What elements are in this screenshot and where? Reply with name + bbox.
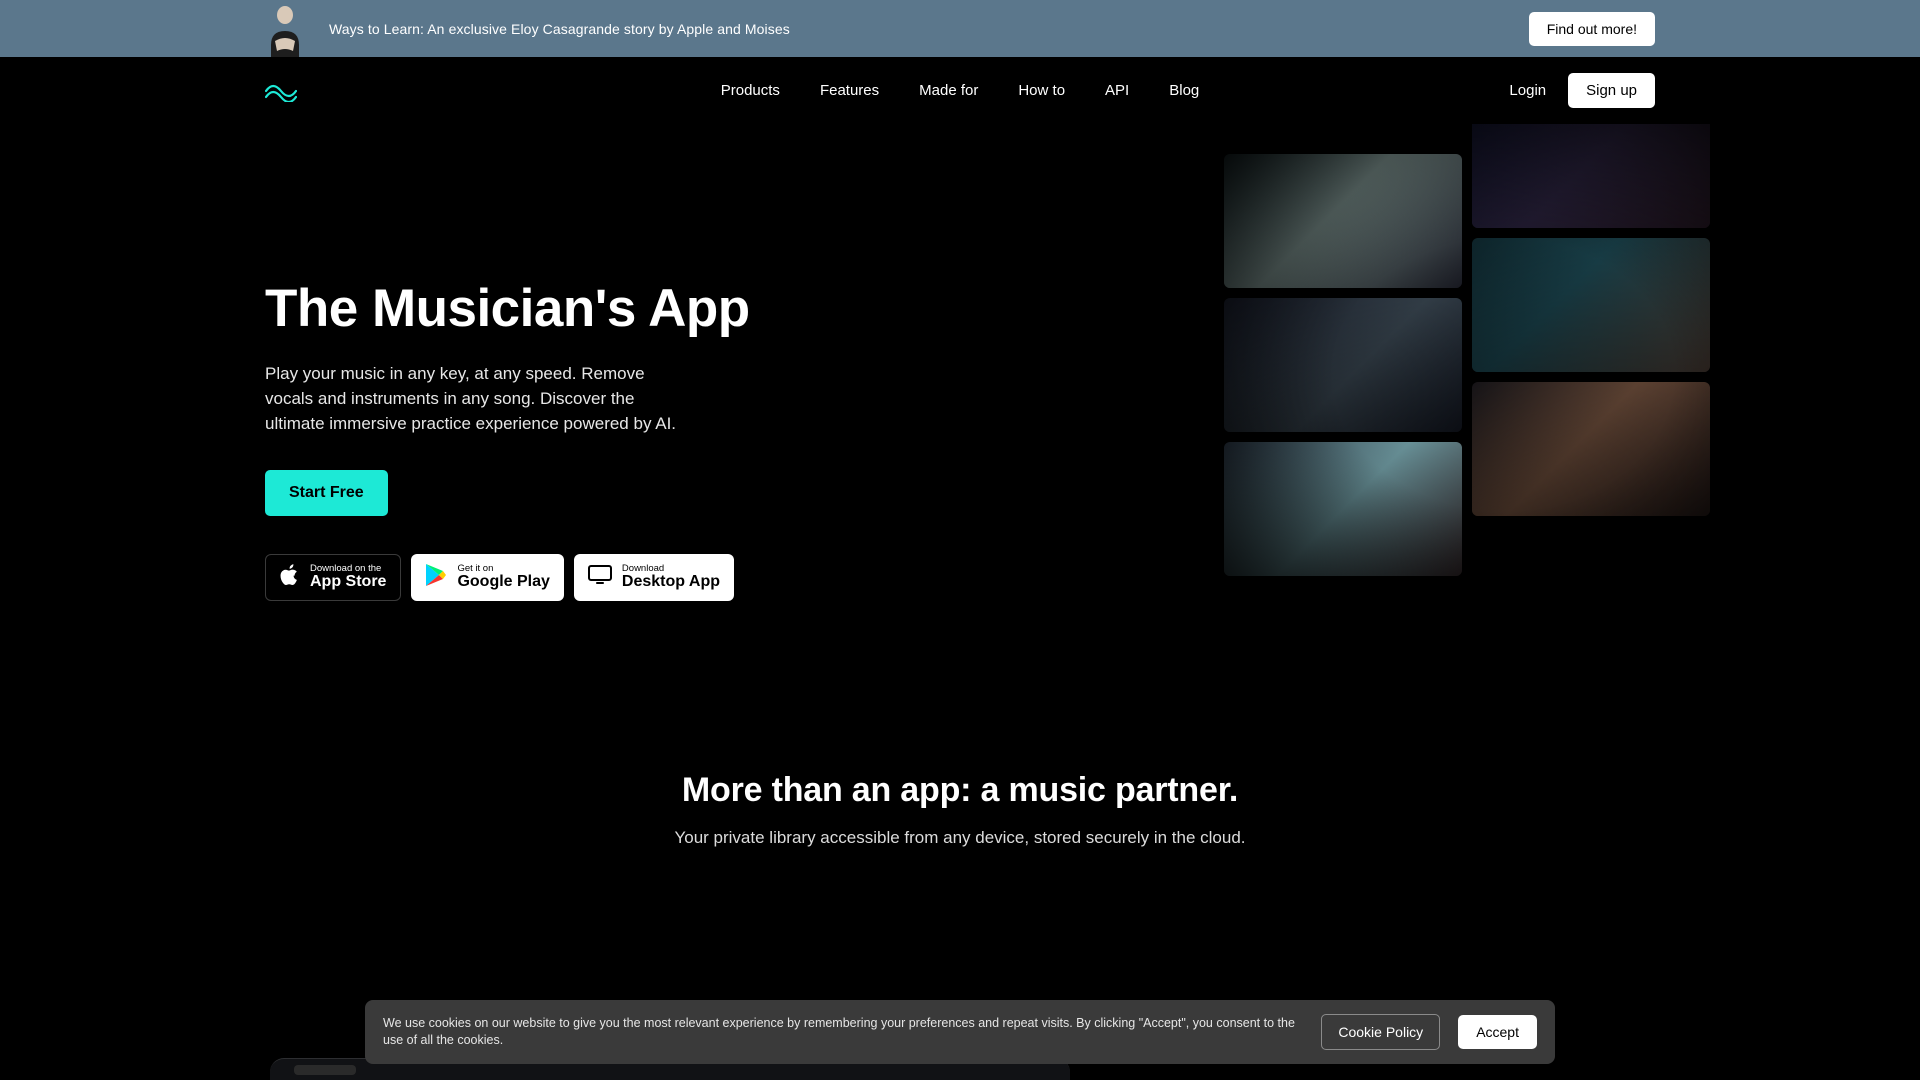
signup-button[interactable]: Sign up [1568, 73, 1655, 108]
partner-section: More than an app: a music partner. Your … [0, 601, 1920, 848]
announcement-left: Ways to Learn: An exclusive Eloy Casagra… [265, 0, 790, 57]
apple-icon [280, 563, 300, 592]
header-right: Login Sign up [1509, 73, 1655, 108]
partner-title: More than an app: a music partner. [0, 771, 1920, 810]
partner-subtitle: Your private library accessible from any… [0, 828, 1920, 848]
app-store-small: Download on the [310, 564, 386, 574]
app-store-big: App Store [310, 573, 386, 591]
hero-grid-col-right [1472, 94, 1710, 576]
announcement-avatar [265, 0, 305, 57]
hero-tile [1224, 154, 1462, 288]
find-out-more-button[interactable]: Find out more! [1529, 12, 1655, 46]
google-play-small: Get it on [457, 564, 549, 574]
nav-made-for[interactable]: Made for [919, 82, 978, 99]
hero-image-grid [1224, 94, 1710, 576]
hero-grid-col-left [1224, 94, 1462, 576]
announcement-text: Ways to Learn: An exclusive Eloy Casagra… [329, 21, 790, 37]
hero-tile [1224, 442, 1462, 576]
cookie-text: We use cookies on our website to give yo… [383, 1015, 1303, 1050]
start-free-button[interactable]: Start Free [265, 470, 388, 516]
hero-tile [1472, 382, 1710, 516]
desktop-app-badge[interactable]: Download Desktop App [574, 554, 734, 601]
nav-api[interactable]: API [1105, 82, 1129, 99]
login-link[interactable]: Login [1509, 82, 1546, 99]
hero-section: The Musician's App Play your music in an… [0, 124, 1920, 601]
desktop-icon [588, 565, 612, 590]
cookie-accept-button[interactable]: Accept [1458, 1015, 1537, 1049]
nav-products[interactable]: Products [721, 82, 780, 99]
google-play-icon [425, 563, 447, 592]
app-store-badge[interactable]: Download on the App Store [265, 554, 401, 601]
site-header: Products Features Made for How to API Bl… [0, 57, 1920, 124]
announcement-banner: Ways to Learn: An exclusive Eloy Casagra… [0, 0, 1920, 57]
google-play-big: Google Play [457, 573, 549, 591]
primary-nav: Products Features Made for How to API Bl… [721, 82, 1200, 99]
nav-features[interactable]: Features [820, 82, 879, 99]
store-row: Download on the App Store Get it on Goog… [265, 554, 755, 601]
hero-tile [1224, 298, 1462, 432]
cookie-consent-bar: We use cookies on our website to give yo… [365, 1000, 1555, 1064]
google-play-badge[interactable]: Get it on Google Play [411, 554, 563, 601]
hero-copy: The Musician's App Play your music in an… [265, 204, 755, 601]
desktop-small: Download [622, 564, 720, 574]
hero-description: Play your music in any key, at any speed… [265, 362, 695, 436]
nav-how-to[interactable]: How to [1018, 82, 1065, 99]
nav-blog[interactable]: Blog [1169, 82, 1199, 99]
hero-tile [1472, 238, 1710, 372]
cookie-policy-button[interactable]: Cookie Policy [1321, 1014, 1440, 1050]
hero-title: The Musician's App [265, 280, 755, 338]
brand-logo[interactable] [265, 80, 297, 102]
desktop-big: Desktop App [622, 573, 720, 591]
